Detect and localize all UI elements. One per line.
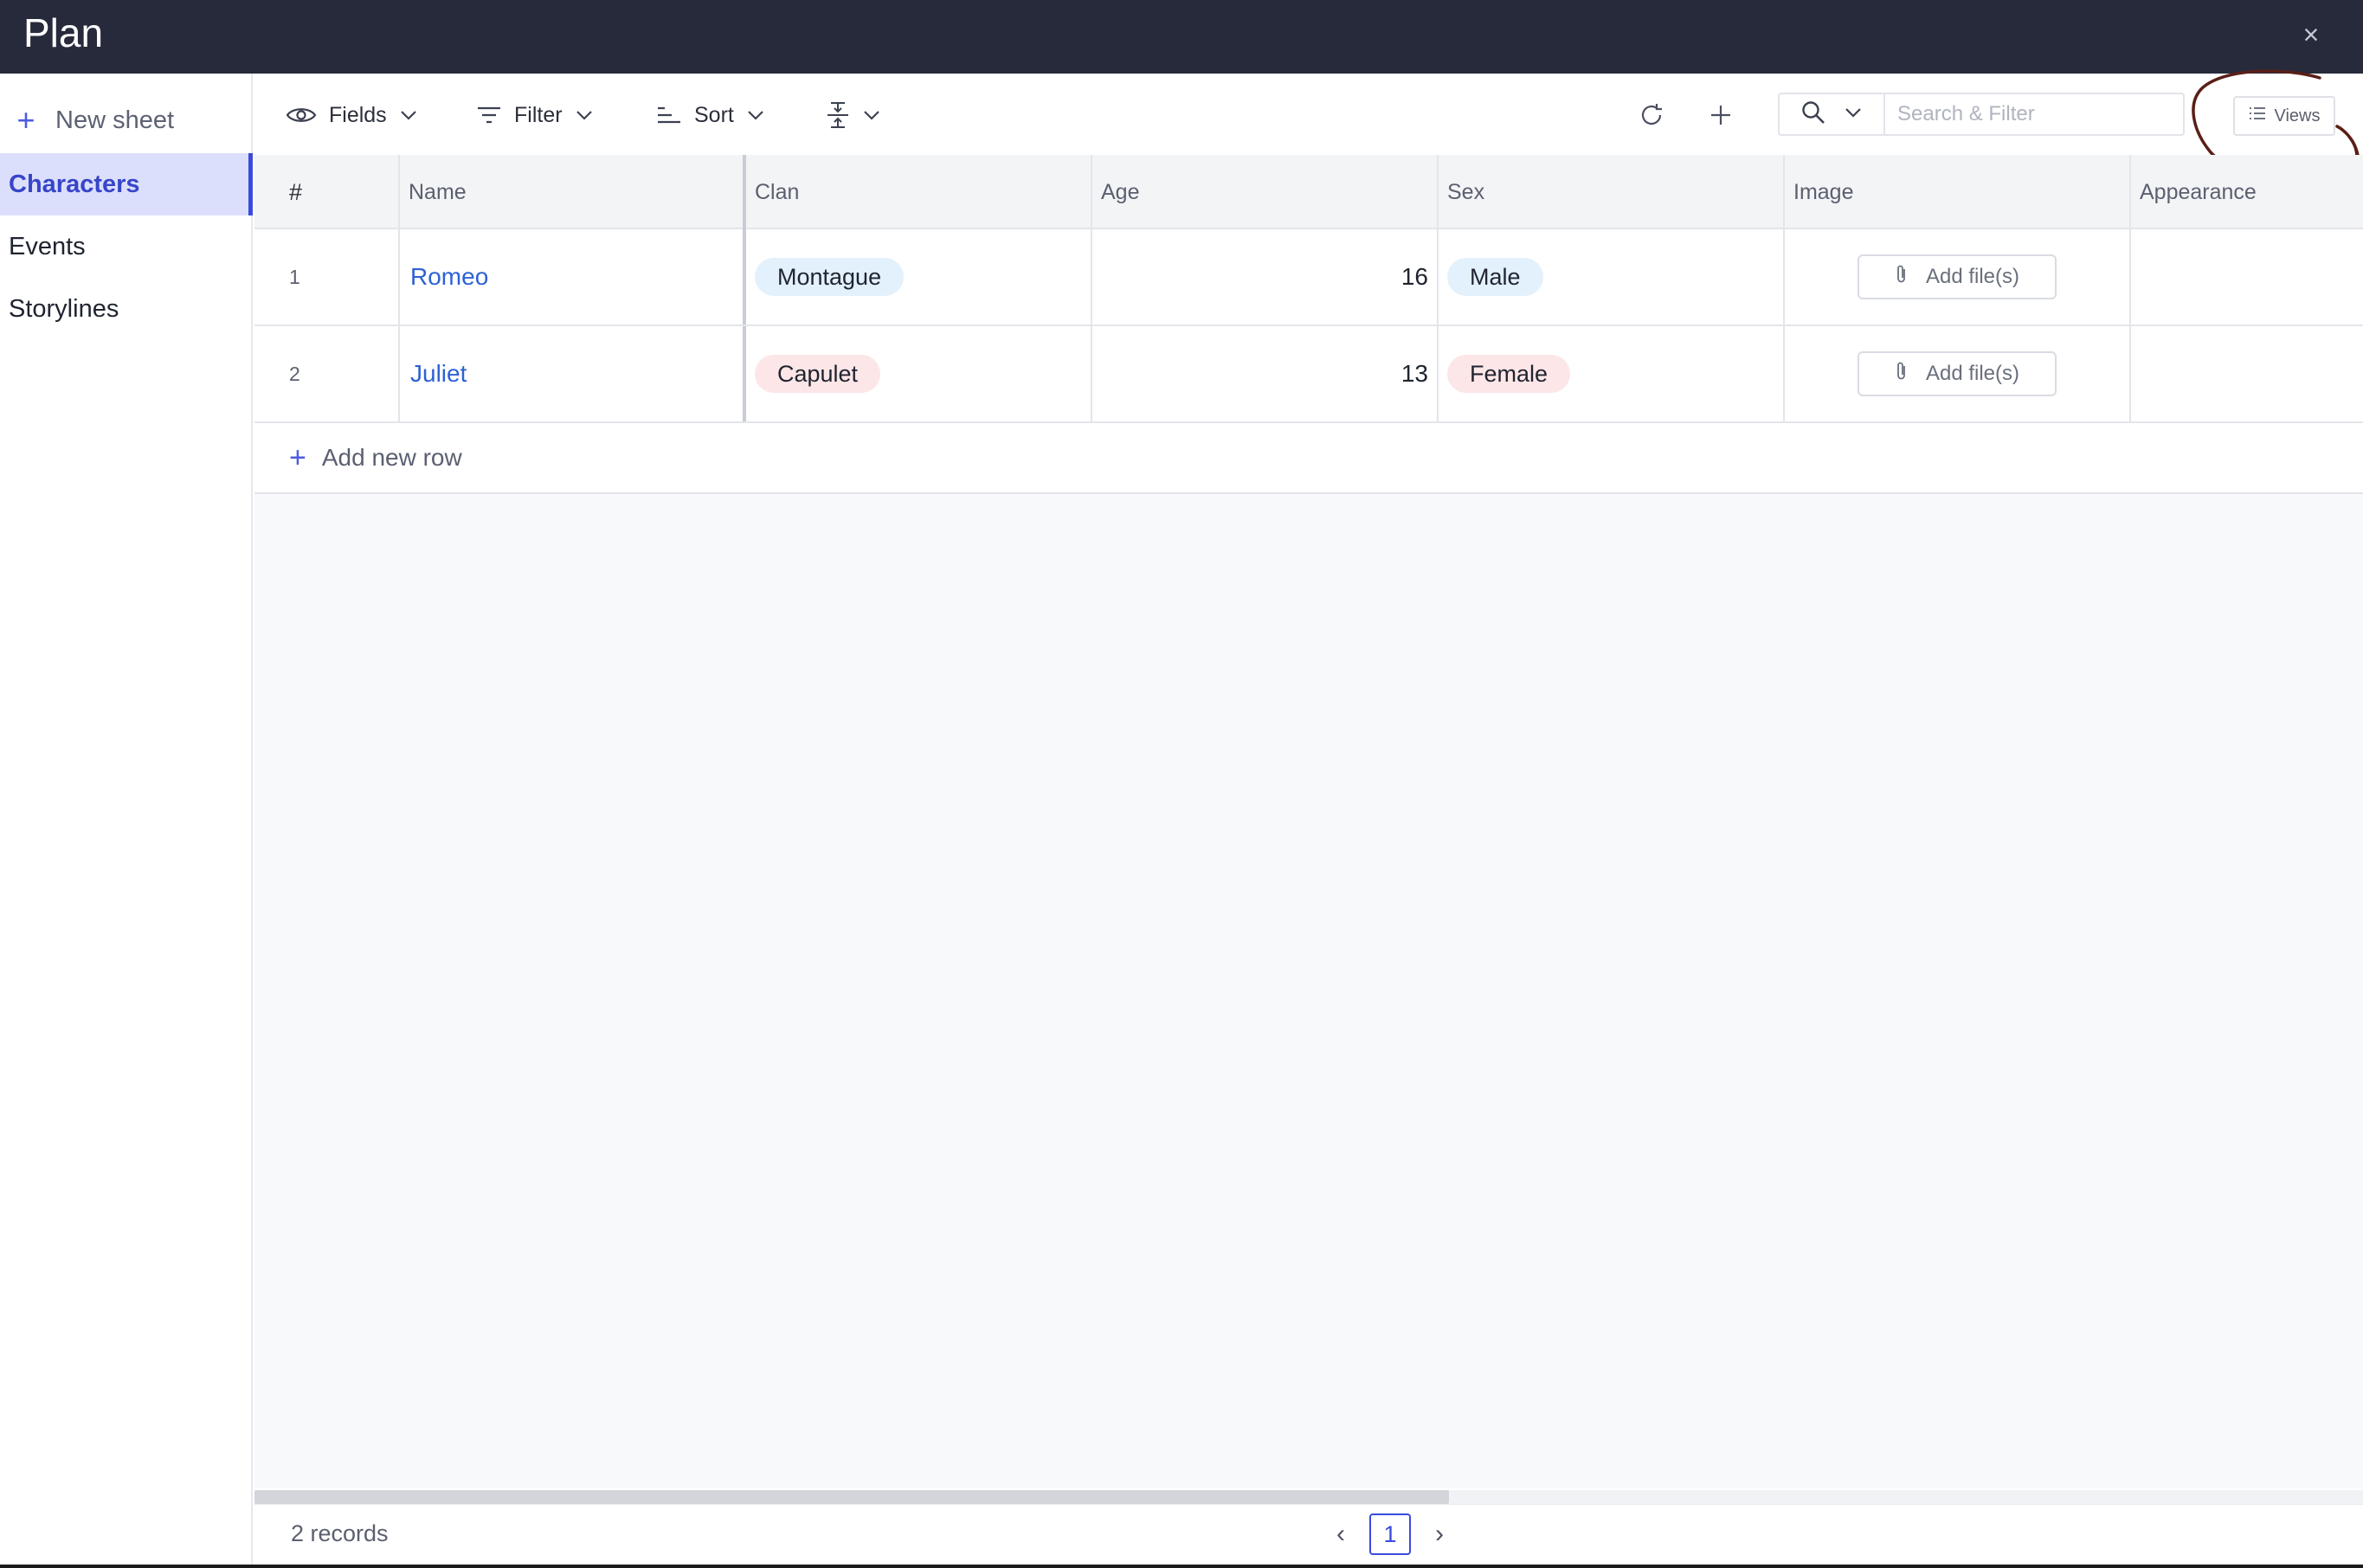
add-files-button[interactable]: Add file(s) — [1858, 254, 2057, 299]
add-files-label: Add file(s) — [1925, 362, 2020, 385]
sidebar-item-label: Storylines — [9, 294, 119, 323]
clan-tag: Capulet — [755, 355, 881, 393]
column-header-name[interactable]: Name — [400, 155, 746, 229]
clan-tag: Montague — [755, 258, 905, 296]
close-icon[interactable]: × — [2292, 16, 2330, 54]
paperclip-icon — [1895, 264, 1909, 291]
age-cell[interactable]: 16 — [1092, 229, 1439, 325]
window-title: Plan — [23, 10, 104, 55]
grid-toolbar: Fields Filter Sort Search & Filter Views — [254, 74, 2363, 155]
paperclip-icon — [1895, 361, 1909, 388]
scrollbar-thumb[interactable] — [254, 1490, 1449, 1504]
sidebar-item-events[interactable]: Events — [0, 215, 253, 278]
column-header-clan[interactable]: Clan — [746, 155, 1092, 229]
chevron-down-icon — [1844, 106, 1863, 123]
clan-cell[interactable]: Montague — [746, 229, 1092, 325]
eye-icon — [286, 105, 317, 125]
image-cell: Add file(s) — [1785, 326, 2131, 421]
app-titlebar: Plan × — [0, 0, 2363, 74]
name-cell[interactable]: Juliet — [400, 326, 746, 421]
table-row[interactable]: 2 Juliet Capulet 13 Female Add file(s) — [254, 326, 2363, 423]
search-field-selector[interactable] — [1778, 93, 1883, 136]
data-grid: # Name Clan Age Sex Image Appearance 1 R… — [254, 155, 2363, 1488]
chevron-down-icon — [746, 109, 765, 121]
add-new-row-label: Add new row — [321, 444, 462, 471]
sort-button[interactable]: Sort — [656, 96, 765, 134]
appearance-cell[interactable] — [2131, 229, 2363, 325]
plus-icon: + — [289, 440, 306, 474]
add-new-row-button[interactable]: + Add new row — [254, 423, 2363, 494]
sort-label: Sort — [694, 102, 734, 127]
search-icon — [1800, 100, 1826, 130]
records-count: 2 records — [291, 1520, 389, 1546]
filter-icon — [476, 105, 502, 125]
clan-cell[interactable]: Capulet — [746, 326, 1092, 421]
name-cell[interactable]: Romeo — [400, 229, 746, 325]
add-files-label: Add file(s) — [1925, 265, 2020, 288]
filter-button[interactable]: Filter — [476, 96, 594, 134]
chevron-down-icon — [862, 109, 881, 121]
sex-tag: Female — [1447, 355, 1571, 393]
plus-icon[interactable] — [1700, 94, 1742, 136]
grid-header: # Name Clan Age Sex Image Appearance — [254, 155, 2363, 229]
column-header-age[interactable]: Age — [1092, 155, 1439, 229]
row-height-icon — [826, 101, 850, 129]
grid-footer: 2 records ‹ 1 › — [254, 1504, 2363, 1565]
appearance-cell[interactable] — [2131, 326, 2363, 421]
sort-icon — [656, 105, 682, 125]
views-label: Views — [2274, 106, 2321, 125]
row-number: 1 — [254, 229, 400, 325]
chevron-down-icon — [399, 109, 418, 121]
sidebar-item-label: Characters — [9, 170, 140, 198]
age-cell[interactable]: 13 — [1092, 326, 1439, 421]
column-header-index[interactable]: # — [254, 155, 400, 229]
sidebar-item-label: Events — [9, 232, 86, 260]
plus-icon: + — [16, 102, 35, 138]
sex-cell[interactable]: Female — [1439, 326, 1785, 421]
record-link[interactable]: Romeo — [400, 263, 488, 291]
chevron-right-icon[interactable]: › — [1426, 1520, 1452, 1549]
list-icon — [2249, 106, 2266, 126]
chevron-left-icon[interactable]: ‹ — [1328, 1520, 1354, 1549]
chevron-down-icon — [575, 109, 594, 121]
new-sheet-label: New sheet — [55, 106, 175, 134]
table-row[interactable]: 1 Romeo Montague 16 Male Add file(s) — [254, 229, 2363, 326]
fields-button[interactable]: Fields — [286, 96, 418, 134]
horizontal-scrollbar[interactable] — [254, 1490, 2363, 1504]
sex-cell[interactable]: Male — [1439, 229, 1785, 325]
sex-tag: Male — [1447, 258, 1543, 296]
column-header-image[interactable]: Image — [1785, 155, 2131, 229]
views-button[interactable]: Views — [2233, 96, 2335, 136]
search-input[interactable] — [1883, 93, 2185, 136]
window-bottom-border — [0, 1565, 2363, 1568]
column-header-appearance[interactable]: Appearance — [2131, 155, 2363, 229]
image-cell: Add file(s) — [1785, 229, 2131, 325]
row-height-button[interactable] — [826, 96, 881, 134]
add-files-button[interactable]: Add file(s) — [1858, 351, 2057, 396]
sheet-sidebar: + New sheet Characters Events Storylines — [0, 74, 253, 1565]
sidebar-item-characters[interactable]: Characters — [0, 153, 253, 215]
column-header-sex[interactable]: Sex — [1439, 155, 1785, 229]
filter-label: Filter — [514, 102, 563, 127]
pagination: ‹ 1 › — [1328, 1510, 1452, 1558]
row-number: 2 — [254, 326, 400, 421]
page-number-button[interactable]: 1 — [1369, 1513, 1411, 1555]
sidebar-item-storylines[interactable]: Storylines — [0, 278, 253, 340]
fields-label: Fields — [329, 102, 387, 127]
reload-icon[interactable] — [1631, 94, 1672, 136]
new-sheet-button[interactable]: + New sheet — [14, 101, 174, 139]
record-link[interactable]: Juliet — [400, 360, 467, 388]
